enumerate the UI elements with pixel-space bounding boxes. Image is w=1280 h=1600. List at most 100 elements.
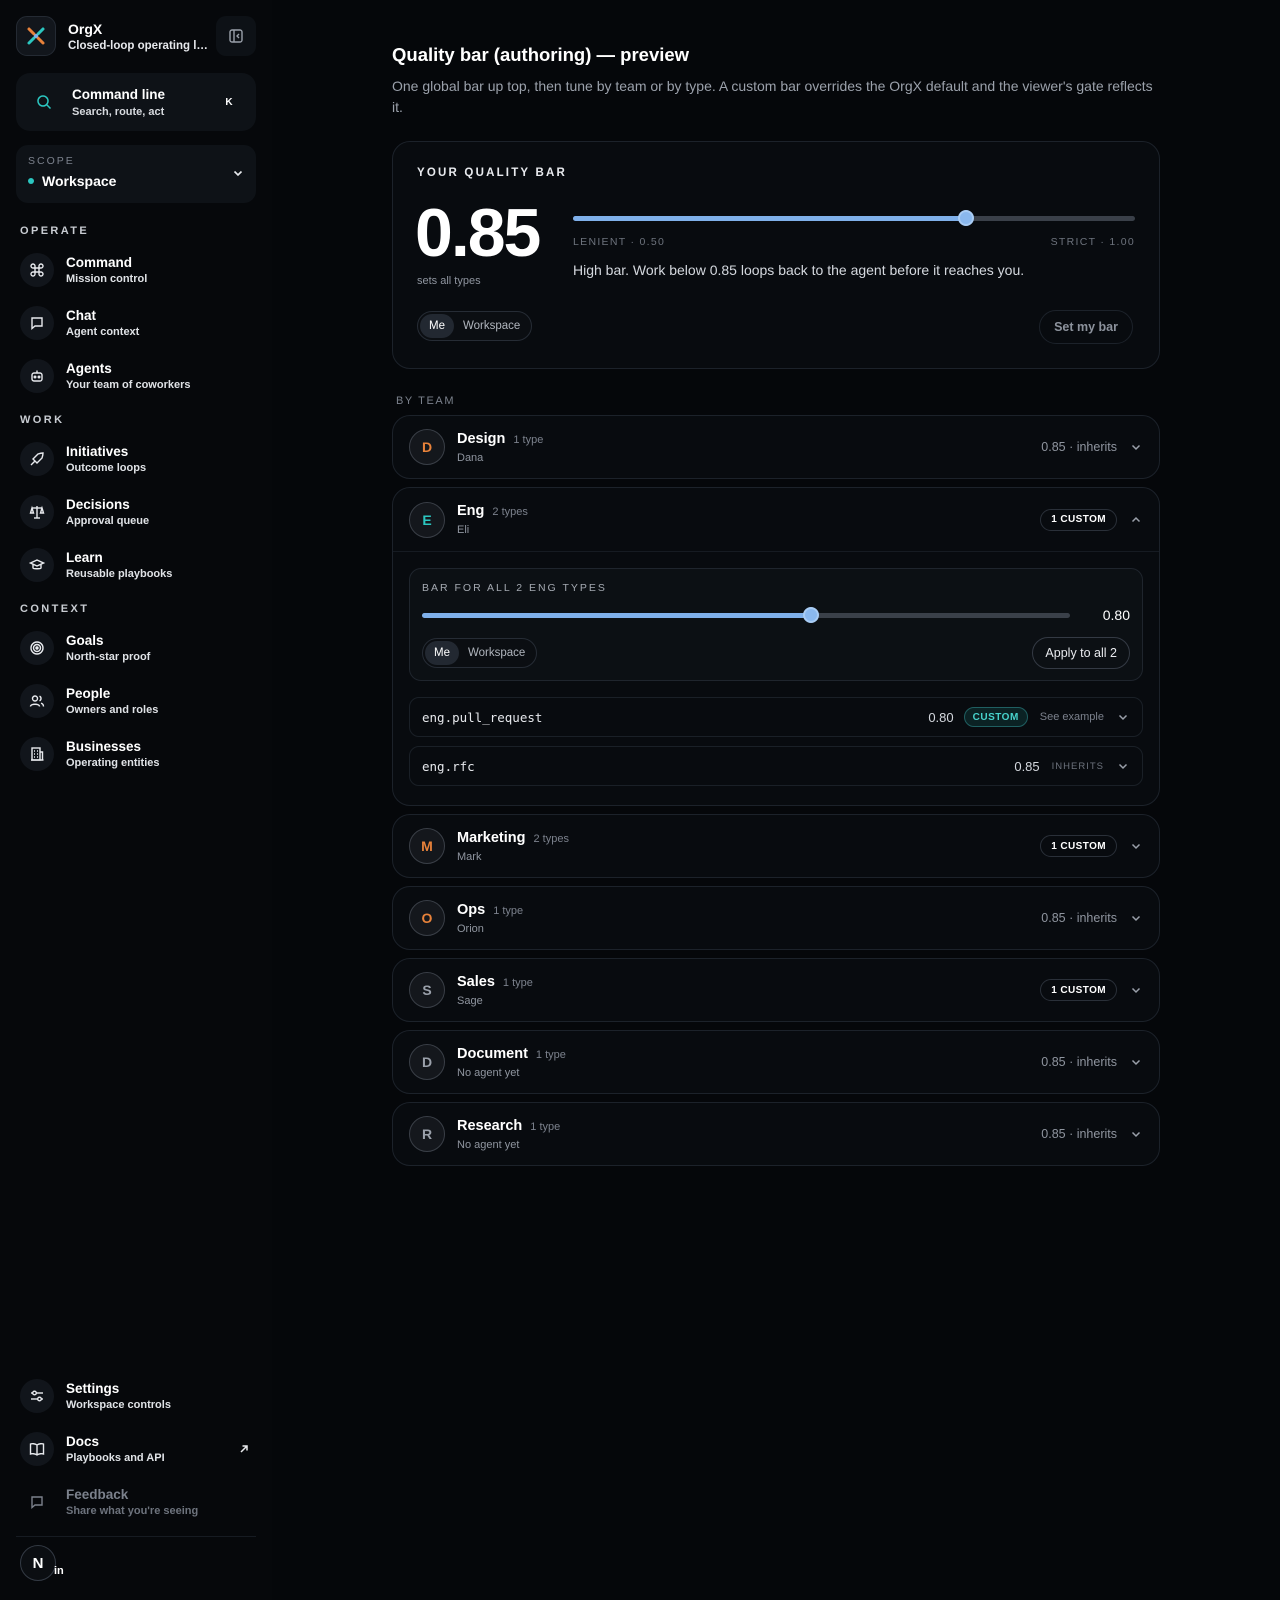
quality-bar-subtitle: sets all types xyxy=(417,275,481,287)
team-status: 0.85 · inherits xyxy=(1041,1127,1117,1141)
custom-badge: CUSTOM xyxy=(963,707,1028,727)
apply-to-all-button[interactable]: Apply to all 2 xyxy=(1032,637,1130,669)
team-name: Sales xyxy=(457,973,495,990)
team-row-research[interactable]: R Research 1 type No agent yet 0.85 · in… xyxy=(392,1102,1160,1166)
team-bar-slider[interactable] xyxy=(422,607,1070,623)
divider xyxy=(16,1536,256,1537)
page-title: Quality bar (authoring) — preview xyxy=(392,44,690,65)
chevron-down-icon xyxy=(1131,843,1141,850)
chevron-down-icon xyxy=(1118,763,1128,770)
team-type-count: 2 types xyxy=(492,506,528,518)
team-name: Design xyxy=(457,430,506,447)
team-status: 0.85 · inherits xyxy=(1041,440,1117,454)
sidebar-item-subtitle: Your team of coworkers xyxy=(66,379,191,391)
team-slider-fill xyxy=(422,613,811,618)
team-row-sales[interactable]: S Sales 1 type Sage 1 CUSTOM xyxy=(392,958,1160,1022)
chat-icon xyxy=(31,317,43,330)
sidebar-item-command[interactable]: Command Mission control xyxy=(16,250,256,290)
team-owner: Mark xyxy=(457,850,482,863)
team-row-ops[interactable]: O Ops 1 type Orion 0.85 · inherits xyxy=(392,886,1160,950)
orgx-logo-icon[interactable] xyxy=(16,16,56,56)
team-status: 0.85 · inherits xyxy=(1041,1055,1117,1069)
main-content: Quality bar (authoring) — preview One gl… xyxy=(392,0,1160,1166)
brand-title: OrgX xyxy=(68,20,103,37)
sidebar-item-title: Settings xyxy=(66,1381,120,1396)
target-icon xyxy=(30,641,44,655)
sidebar-item-people[interactable]: People Owners and roles xyxy=(16,681,256,721)
command-line-button[interactable]: Command line Search, route, act K xyxy=(16,73,256,131)
book-icon xyxy=(29,1443,45,1456)
sidebar-item-chat[interactable]: Chat Agent context xyxy=(16,303,256,343)
sidebar-item-subtitle: North-star proof xyxy=(66,651,151,663)
sidebar-item-decisions[interactable]: Decisions Approval queue xyxy=(16,492,256,532)
type-value: 0.85 xyxy=(1014,758,1040,774)
sidebar-item-title: Command xyxy=(66,255,133,270)
chevron-down-icon xyxy=(1131,1059,1141,1066)
team-owner: No agent yet xyxy=(457,1066,520,1079)
quality-slider[interactable] xyxy=(573,210,1135,226)
scope-select[interactable]: SCOPE Workspace xyxy=(16,145,256,203)
scope-label: SCOPE xyxy=(28,155,75,167)
sidebar-item-title: Goals xyxy=(66,633,104,648)
sidebar-collapse-icon xyxy=(229,29,243,43)
team-slider-thumb[interactable] xyxy=(802,607,819,623)
chevron-down-icon xyxy=(1118,714,1128,721)
toggle-workspace[interactable]: Workspace xyxy=(459,641,534,665)
sliders-icon xyxy=(31,1390,43,1402)
team-type-count: 1 type xyxy=(535,1048,566,1061)
team-name: Eng xyxy=(457,503,485,519)
team-row-document[interactable]: D Document 1 type No agent yet 0.85 · in… xyxy=(392,1030,1160,1094)
team-avatar: D xyxy=(409,429,445,465)
set-my-bar-button[interactable]: Set my bar xyxy=(1039,310,1133,344)
scale-icon xyxy=(29,505,45,519)
type-name: eng.pull_request xyxy=(422,709,543,725)
brand: OrgX Closed-loop operating layer xyxy=(16,16,256,56)
user-name-fragment: in xyxy=(54,1565,64,1577)
graduation-cap-icon xyxy=(29,559,45,570)
team-type-count: 1 type xyxy=(502,976,533,989)
type-row-pull-request[interactable]: eng.pull_request 0.80 CUSTOM See example xyxy=(409,697,1143,737)
see-example-link[interactable]: See example xyxy=(1040,711,1104,723)
team-row-design[interactable]: D Design 1 type Dana 0.85 · inherits xyxy=(392,415,1160,479)
team-owner: Dana xyxy=(457,451,484,464)
toggle-workspace[interactable]: Workspace xyxy=(454,314,529,338)
quality-slider-thumb[interactable] xyxy=(958,210,975,226)
team-row-eng[interactable]: E Eng 2 types Eli 1 CUSTOM xyxy=(393,488,1159,552)
team-owner: Orion xyxy=(457,922,484,935)
people-icon xyxy=(29,695,45,707)
sidebar-item-settings[interactable]: Settings Workspace controls xyxy=(16,1376,256,1416)
feedback-icon xyxy=(31,1496,43,1509)
team-avatar: O xyxy=(409,900,445,936)
external-link-icon xyxy=(240,1445,248,1453)
sidebar-item-learn[interactable]: Learn Reusable playbooks xyxy=(16,545,256,585)
chevron-down-icon xyxy=(1131,915,1141,922)
sidebar-item-feedback[interactable]: Feedback Share what you're seeing xyxy=(16,1482,256,1522)
team-owner: Sage xyxy=(457,994,483,1007)
team-type-count: 1 type xyxy=(493,904,524,917)
sidebar-item-title: People xyxy=(66,686,111,701)
page-description: One global bar up top, then tune by team… xyxy=(392,78,1153,115)
sidebar-item-docs[interactable]: Docs Playbooks and API xyxy=(16,1429,256,1469)
scope-toggle: Me Workspace xyxy=(417,311,533,341)
quality-bar-value: 0.85 xyxy=(415,195,541,271)
user-avatar[interactable]: N xyxy=(20,1545,56,1581)
type-row-rfc[interactable]: eng.rfc 0.85 INHERITS xyxy=(409,746,1143,786)
sidebar-item-subtitle: Operating entities xyxy=(66,757,160,769)
sidebar-item-goals[interactable]: Goals North-star proof xyxy=(16,628,256,668)
sidebar-item-title: Businesses xyxy=(66,739,142,754)
toggle-me[interactable]: Me xyxy=(425,641,459,665)
team-row-marketing[interactable]: M Marketing 2 types Mark 1 CUSTOM xyxy=(392,814,1160,878)
sidebar-item-businesses[interactable]: Businesses Operating entities xyxy=(16,734,256,774)
custom-count-badge: 1 CUSTOM xyxy=(1040,835,1117,857)
team-owner: Eli xyxy=(457,524,470,536)
toggle-me[interactable]: Me xyxy=(420,314,454,338)
sidebar-item-initiatives[interactable]: Initiatives Outcome loops xyxy=(16,439,256,479)
shortcut-badge: K xyxy=(225,96,233,108)
custom-count-badge: 1 CUSTOM xyxy=(1040,508,1117,531)
sidebar-item-agents[interactable]: Agents Your team of coworkers xyxy=(16,356,256,396)
sidebar-item-title: Docs xyxy=(66,1434,100,1449)
chevron-down-icon xyxy=(233,170,243,177)
collapse-sidebar-button[interactable] xyxy=(216,16,256,56)
sidebar-item-title: Decisions xyxy=(66,497,130,512)
sidebar-item-title: Chat xyxy=(66,308,96,323)
